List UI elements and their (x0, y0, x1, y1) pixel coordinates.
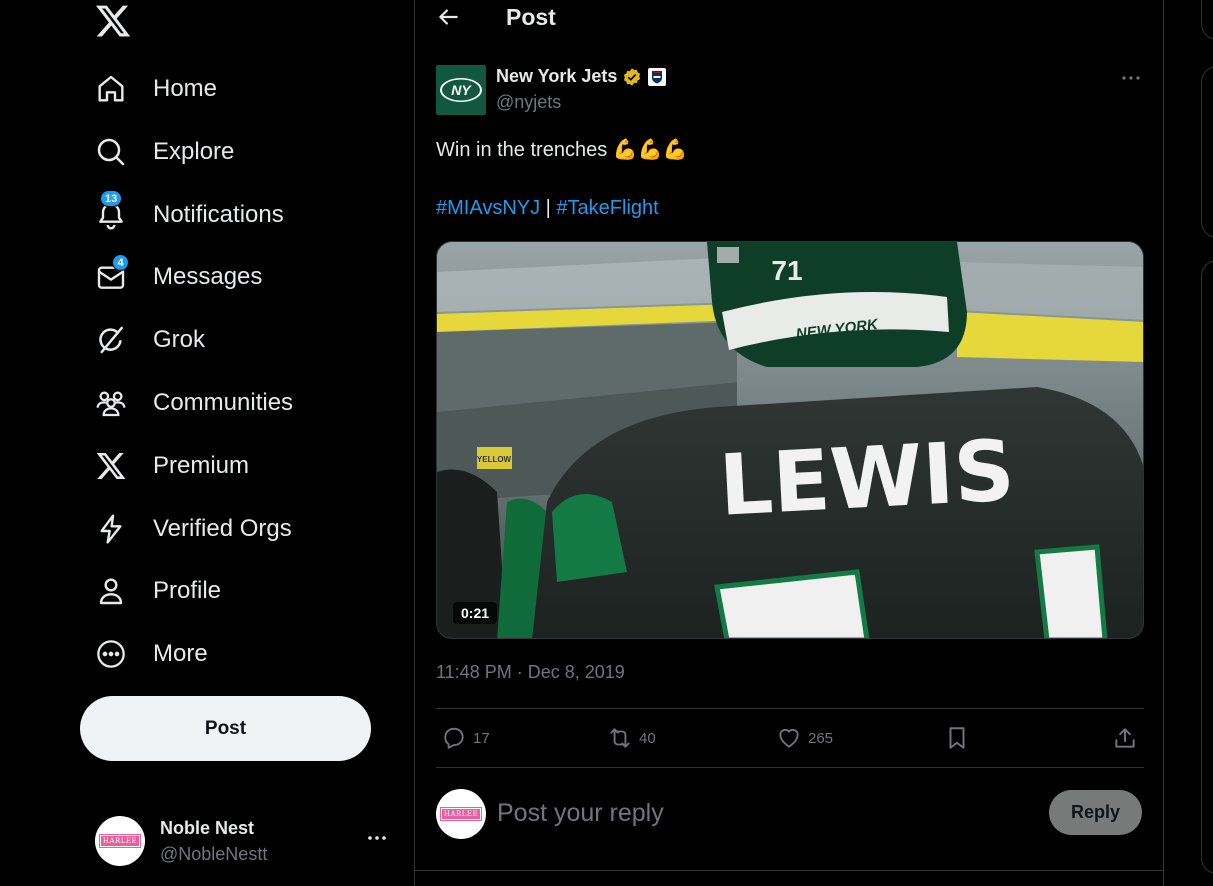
sidebar-nav: Home Explore 13 Notifications 4 Messages… (0, 0, 414, 886)
people-icon (94, 386, 128, 420)
avatar-logo-text: HARLEE (439, 807, 483, 821)
stadium-sign-text: YELLOW (477, 455, 512, 464)
sidebar-item-explore[interactable]: Explore (94, 128, 234, 176)
sidebar-item-label: Messages (153, 263, 263, 290)
sidebar-item-premium[interactable]: Premium (94, 442, 249, 490)
search-icon (94, 135, 128, 169)
reply-action[interactable]: 17 (441, 725, 490, 751)
reply-bubble-icon (444, 727, 464, 749)
envelope-icon: 4 (94, 254, 129, 294)
back-arrow-icon[interactable] (435, 4, 461, 30)
sidebar-item-label: Profile (153, 577, 222, 604)
lightning-icon (94, 512, 128, 546)
reply-input[interactable] (497, 795, 1017, 831)
search-box-fragment[interactable] (1201, 0, 1213, 40)
post-detail-column: Post NY New York Jets @nyjets Win in the… (414, 0, 1164, 886)
sidebar-item-communities[interactable]: Communities (94, 379, 293, 427)
avatar: HARLEE (436, 789, 486, 839)
author-name-row[interactable]: New York Jets (496, 66, 667, 87)
sidebar-item-grok[interactable]: Grok (94, 316, 205, 364)
nfl-affiliate-badge-icon (648, 67, 667, 86)
sidebar-item-more[interactable]: More (94, 630, 208, 678)
repost-action[interactable]: 40 (607, 725, 656, 751)
right-panel-card (1201, 260, 1213, 874)
sidebar-item-label: Notifications (153, 201, 284, 228)
sidebar-item-verified-orgs[interactable]: Verified Orgs (94, 505, 292, 553)
hashtag-separator: | (545, 197, 551, 219)
sidebar-item-messages[interactable]: 4 Messages (94, 253, 262, 301)
account-switcher[interactable]: HARLEE Noble Nest @NobleNestt (95, 812, 400, 868)
sidebar-item-notifications[interactable]: 13 Notifications (94, 190, 284, 239)
avatar-logo-text: HARLEE (98, 834, 142, 848)
x-logo-icon[interactable] (94, 2, 132, 40)
post-button[interactable]: Post (80, 696, 371, 761)
like-count: 265 (808, 729, 834, 747)
video-player[interactable]: YELLOW NEW YORK 71 LEWIS 0:21 (436, 241, 1144, 639)
video-duration: 0:21 (453, 602, 498, 624)
hashtag-link[interactable]: #MIAvsNYJ (436, 197, 540, 219)
avatar: HARLEE (95, 816, 145, 866)
post-timestamp[interactable]: 11:48 PM · Dec 8, 2019 (436, 662, 625, 683)
share-action[interactable] (1112, 725, 1138, 751)
bookmark-action[interactable] (944, 725, 970, 751)
person-icon (94, 574, 128, 608)
post-text: Win in the trenches 💪💪💪 (436, 139, 688, 161)
sidebar-item-label: Premium (153, 452, 250, 479)
post-actions-bar: 17 40 265 (436, 708, 1144, 768)
jets-logo-icon: NY (440, 78, 482, 102)
sidebar-item-profile[interactable]: Profile (94, 567, 221, 615)
sidebar-item-label: Verified Orgs (153, 515, 292, 542)
right-panel-card (1201, 66, 1213, 238)
video-thumbnail: YELLOW NEW YORK 71 LEWIS (437, 242, 1143, 638)
sidebar-item-label: Home (153, 75, 218, 102)
svg-text:NY: NY (451, 82, 472, 98)
like-action[interactable]: 265 (776, 725, 833, 751)
verified-gold-badge-icon (624, 67, 641, 86)
more-dots-icon[interactable] (1119, 66, 1143, 90)
more-dots-icon[interactable] (365, 826, 389, 850)
account-name: Noble Nest (160, 818, 255, 838)
sidebar-item-label: More (153, 640, 208, 667)
jersey-name: LEWIS (717, 421, 1017, 534)
hashtag-link[interactable]: #TakeFlight (556, 197, 658, 219)
more-circle-icon (94, 637, 128, 671)
grok-icon (94, 323, 128, 357)
repost-icon (610, 728, 630, 748)
author-avatar[interactable]: NY (436, 65, 486, 115)
reply-button[interactable]: Reply (1049, 790, 1142, 835)
post-hashtags: #MIAvsNYJ | #TakeFlight (436, 197, 659, 220)
x-logo-icon (94, 449, 128, 483)
reply-count: 17 (473, 729, 490, 747)
notification-badge: 13 (100, 190, 123, 207)
sidebar-item-label: Explore (153, 138, 235, 165)
sidebar-item-label: Communities (153, 389, 294, 416)
divider (415, 870, 1163, 871)
author-handle[interactable]: @nyjets (496, 92, 561, 113)
helmet-number: 71 (771, 255, 802, 286)
bookmark-icon (949, 727, 965, 749)
sidebar-item-label: Grok (153, 326, 206, 353)
page-title: Post (506, 4, 556, 30)
home-icon (94, 72, 128, 106)
repost-count: 40 (639, 729, 656, 747)
heart-icon (779, 729, 799, 748)
author-name: New York Jets (496, 66, 618, 86)
account-handle: @NobleNestt (160, 844, 268, 864)
bell-icon: 13 (94, 190, 128, 232)
messages-badge: 4 (112, 254, 129, 271)
share-upload-icon (1115, 728, 1135, 748)
sidebar-item-home[interactable]: Home (94, 65, 217, 113)
